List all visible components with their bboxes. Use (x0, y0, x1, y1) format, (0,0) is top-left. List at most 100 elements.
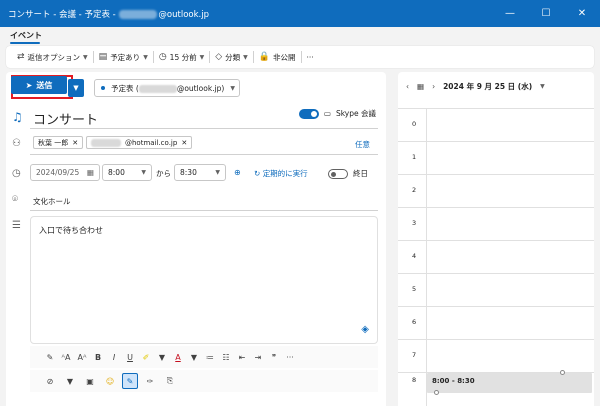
reminder-button[interactable]: ◷ 15 分前 ▼ (154, 46, 209, 68)
chevron-down-icon[interactable]: ▼ (62, 373, 78, 389)
send-button[interactable]: ➤ 送信 (11, 76, 67, 94)
image-icon[interactable]: ▣ (82, 373, 98, 389)
calendar-event-block[interactable]: 8:00 - 8:30 (427, 373, 592, 393)
remove-attendee-icon[interactable]: ✕ (72, 139, 78, 147)
draw-icon[interactable]: ✑ (142, 373, 158, 389)
reply-options-icon: ⇄ (17, 52, 25, 62)
more-options-button[interactable]: ··· (302, 46, 319, 68)
signature-icon[interactable]: ⎘ (162, 373, 178, 389)
next-day-icon[interactable]: › (432, 82, 435, 91)
calendar-date-label[interactable]: 2024 年 9 月 25 日 (水) (443, 81, 532, 92)
title-underline (30, 128, 378, 129)
bullet-list-icon[interactable]: ≔ (202, 353, 218, 362)
chevron-down-icon[interactable]: ▼ (186, 353, 202, 362)
people-icon: ⚇ (12, 138, 21, 149)
event-resize-handle-bottom[interactable] (434, 390, 439, 395)
chevron-down-icon: ▼ (83, 53, 88, 61)
hour-label: 4 (412, 252, 417, 260)
attendee-chip[interactable]: @hotmail.co.jp ✕ (86, 136, 193, 149)
send-options-dropdown[interactable]: ▼ (68, 79, 84, 97)
tab-selected-indicator (10, 42, 40, 44)
clock-icon: ◷ (158, 52, 167, 62)
send-icon: ➤ (25, 80, 33, 90)
hour-line (398, 339, 594, 340)
event-title-input[interactable]: コンサート (33, 109, 98, 128)
minimize-button[interactable]: — (492, 0, 528, 27)
event-body-text: 入口で待ち合わせ (39, 226, 103, 235)
attendee-underline (30, 154, 378, 155)
allday-toggle[interactable] (328, 168, 348, 179)
hour-line (398, 108, 594, 109)
location-input[interactable]: 文化ホール (33, 196, 71, 207)
hour-label: 5 (412, 285, 417, 293)
format-painter-icon[interactable]: ✎ (42, 353, 58, 362)
event-resize-handle-top[interactable] (560, 370, 565, 375)
event-body-editor[interactable]: 入口で待ち合わせ ◈ (30, 216, 378, 344)
private-button[interactable]: 🔒 非公開 (254, 46, 301, 68)
from-label: から (156, 169, 171, 178)
indent-increase-icon[interactable]: ⇥ (250, 353, 266, 362)
chevron-down-icon: ▼ (215, 169, 220, 176)
end-time-field[interactable]: 8:30 ▼ (174, 164, 226, 181)
emoji-icon[interactable]: ☺ (102, 373, 118, 389)
attach-icon[interactable]: ⊘ (42, 373, 58, 389)
editor-assist-icon[interactable]: ✎ (122, 373, 138, 389)
recurrence-button[interactable]: ↻ 定期的に実行 (254, 168, 308, 179)
lock-icon: 🔒 (258, 52, 270, 62)
insert-toolbar: ⊘ ▼ ▣ ☺ ✎ ✑ ⎘ (30, 370, 378, 392)
bold-icon[interactable]: B (90, 353, 106, 362)
busy-status-button[interactable]: ▤ 予定あり ▼ (94, 46, 153, 68)
attendee-chip[interactable]: 秋葉 一郎 ✕ (33, 136, 84, 149)
close-button[interactable]: ✕ (564, 0, 600, 27)
hour-line (398, 174, 594, 175)
calendar-selector[interactable]: 予定表 (@outlook.jp) ▼ (94, 79, 240, 97)
hour-line (398, 306, 594, 307)
start-date-field[interactable]: 2024/09/25 ▦ (30, 164, 100, 181)
description-icon: ☰ (12, 220, 21, 231)
busy-icon: ▤ (98, 52, 108, 62)
tab-event[interactable]: イベント (10, 30, 42, 41)
prev-day-icon[interactable]: ‹ (406, 82, 409, 91)
calendar-header: ‹ ▦ › 2024 年 9 月 25 日 (水) ▼ (406, 81, 545, 92)
quote-icon[interactable]: ❞ (266, 353, 282, 362)
calendar-day-panel: ‹ ▦ › 2024 年 9 月 25 日 (水) ▼ 0 1 2 3 4 5 … (398, 72, 594, 406)
hour-label: 6 (412, 318, 417, 326)
hour-line (398, 141, 594, 142)
timezone-icon[interactable]: ⊕ (234, 168, 241, 177)
numbered-list-icon[interactable]: ☷ (218, 353, 234, 362)
repeat-icon: ↻ (254, 169, 261, 178)
optional-attendees-link[interactable]: 任意 (355, 139, 370, 150)
location-pin-icon: ⌾ (12, 194, 18, 205)
maximize-button[interactable]: ☐ (528, 0, 564, 27)
calendar-icon: ▦ (86, 168, 94, 177)
highlight-icon[interactable]: ✐ (138, 353, 154, 362)
editor-diamond-icon[interactable]: ◈ (361, 324, 369, 335)
italic-icon[interactable]: I (106, 353, 122, 362)
hour-label: 1 (412, 153, 417, 161)
chevron-down-icon[interactable]: ▼ (154, 353, 170, 362)
more-format-icon[interactable]: ··· (282, 353, 298, 362)
video-icon: ▭ (323, 109, 331, 118)
skype-toggle[interactable] (298, 108, 319, 119)
today-icon[interactable]: ▦ (417, 82, 424, 91)
format-toolbar: ✎ ᴬA Aᴬ B I U ✐ ▼ A ▼ ≔ ☷ ⇤ ⇥ ❞ ··· (30, 346, 378, 368)
remove-attendee-icon[interactable]: ✕ (181, 139, 187, 147)
indent-decrease-icon[interactable]: ⇤ (234, 353, 250, 362)
reply-options-button[interactable]: ⇄ 返信オプション ▼ (12, 46, 93, 68)
chevron-down-icon: ▼ (141, 169, 146, 176)
chevron-down-icon: ▼ (199, 53, 205, 61)
start-time-field[interactable]: 8:00 ▼ (102, 164, 152, 181)
chevron-down-icon: ▼ (230, 84, 235, 92)
category-button[interactable]: ◇ 分類 ▼ (210, 46, 253, 68)
font-size-increase-icon[interactable]: Aᴬ (74, 353, 90, 362)
chevron-down-icon: ▼ (73, 84, 79, 92)
hour-line (398, 240, 594, 241)
font-color-icon[interactable]: A (170, 353, 186, 362)
tag-icon: ◇ (215, 52, 223, 62)
font-size-decrease-icon[interactable]: ᴬA (58, 353, 74, 362)
redacted-email (91, 138, 121, 147)
underline-icon[interactable]: U (122, 353, 138, 362)
hour-label: 8 (412, 376, 417, 384)
chevron-down-icon[interactable]: ▼ (540, 83, 545, 90)
tab-bar: イベント (0, 27, 600, 45)
